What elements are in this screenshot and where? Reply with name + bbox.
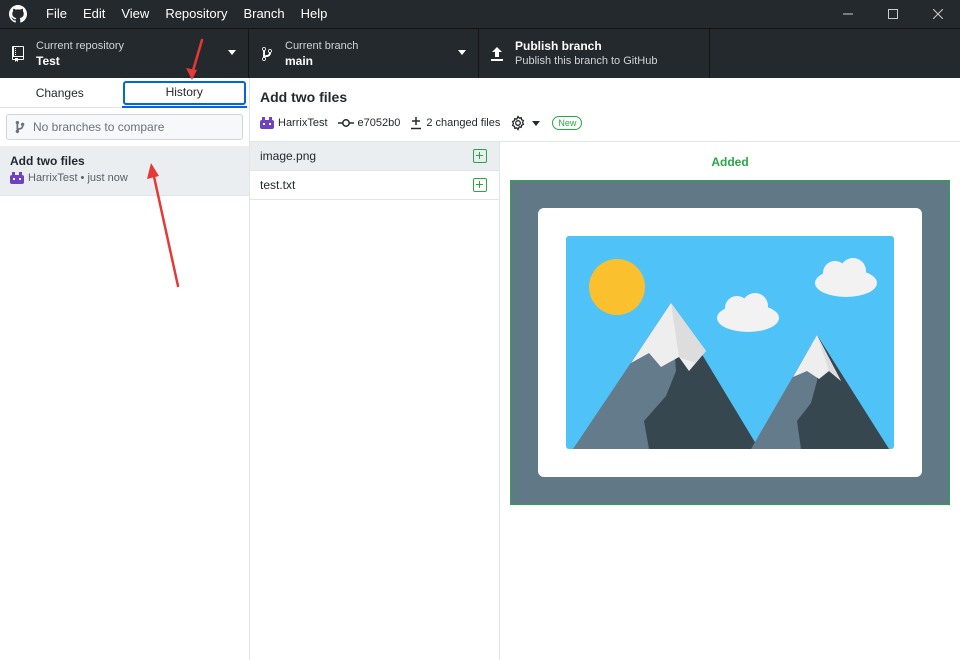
branch-icon	[7, 120, 33, 134]
menu-repository[interactable]: Repository	[157, 0, 235, 28]
new-badge: New	[552, 116, 583, 130]
avatar	[10, 172, 24, 184]
caret-down-icon	[532, 120, 541, 126]
file-row[interactable]: image.png	[250, 142, 499, 171]
sidebar: Changes History No branches to compare A…	[0, 78, 250, 660]
commit-sha[interactable]: e7052b0	[337, 117, 401, 129]
upload-icon	[479, 46, 515, 61]
menu-help[interactable]: Help	[293, 0, 336, 28]
sidebar-tabs: Changes History	[0, 78, 249, 108]
commit-summary-header: Add two files HarrixTest e7052b0 2 chang…	[250, 78, 960, 142]
menu-bar: File Edit View Repository Branch Help	[38, 0, 335, 28]
menu-branch[interactable]: Branch	[235, 0, 292, 28]
branch-label: Current branch	[285, 39, 359, 52]
maximize-icon[interactable]	[870, 0, 915, 28]
branch-compare-input[interactable]: No branches to compare	[6, 114, 243, 140]
branch-name: main	[285, 53, 314, 68]
landscape-image-icon	[538, 208, 922, 477]
toolbar: Current repository Test Current branch m…	[0, 28, 960, 78]
menu-file[interactable]: File	[38, 0, 75, 28]
tab-history[interactable]: History	[121, 81, 247, 108]
commit-meta: HarrixTest • just now	[28, 172, 128, 184]
commit-author: HarrixTest	[260, 117, 328, 129]
branch-icon	[249, 46, 285, 62]
plus-minus-icon	[411, 117, 422, 130]
author-name: HarrixTest	[278, 117, 328, 129]
changed-files-list: image.png test.txt	[250, 142, 500, 660]
caret-down-icon	[228, 50, 236, 55]
diff-options-button[interactable]: New	[510, 115, 583, 131]
file-added-icon	[473, 178, 487, 192]
commit-icon	[337, 119, 354, 127]
commit-title: Add two files	[10, 154, 85, 168]
close-icon[interactable]	[915, 0, 960, 28]
changed-files-text: 2 changed files	[426, 117, 501, 129]
publish-title: Publish branch	[515, 38, 602, 53]
compare-placeholder: No branches to compare	[33, 120, 165, 134]
sha-value: e7052b0	[357, 117, 401, 129]
repo-name: Test	[36, 53, 60, 68]
gear-icon	[512, 115, 525, 131]
file-row[interactable]: test.txt	[250, 171, 499, 200]
changed-files-count: 2 changed files	[410, 116, 500, 130]
current-branch-button[interactable]: Current branch main	[249, 29, 479, 78]
file-added-icon	[473, 149, 487, 163]
title-bar: File Edit View Repository Branch Help	[0, 0, 960, 28]
commit-summary-title: Add two files	[260, 89, 348, 105]
file-name: test.txt	[260, 178, 296, 192]
menu-view[interactable]: View	[113, 0, 157, 28]
window-controls	[825, 0, 960, 28]
diff-status-label: Added	[711, 155, 749, 169]
file-name: image.png	[260, 149, 317, 163]
repo-label: Current repository	[36, 39, 125, 52]
current-repository-button[interactable]: Current repository Test	[0, 29, 249, 78]
commit-list-item[interactable]: Add two files HarrixTest • just now	[0, 146, 249, 196]
minimize-icon[interactable]	[825, 0, 870, 28]
github-logo-icon[interactable]	[0, 0, 36, 28]
publish-branch-button[interactable]: Publish branch Publish this branch to Gi…	[479, 29, 710, 78]
avatar	[260, 117, 274, 129]
publish-description: Publish this branch to GitHub	[515, 54, 658, 67]
menu-edit[interactable]: Edit	[75, 0, 113, 28]
diff-panel: Added	[500, 142, 960, 660]
image-diff-preview	[510, 180, 950, 505]
tab-changes[interactable]: Changes	[0, 78, 120, 107]
repo-icon	[0, 45, 36, 62]
caret-down-icon	[458, 50, 466, 55]
